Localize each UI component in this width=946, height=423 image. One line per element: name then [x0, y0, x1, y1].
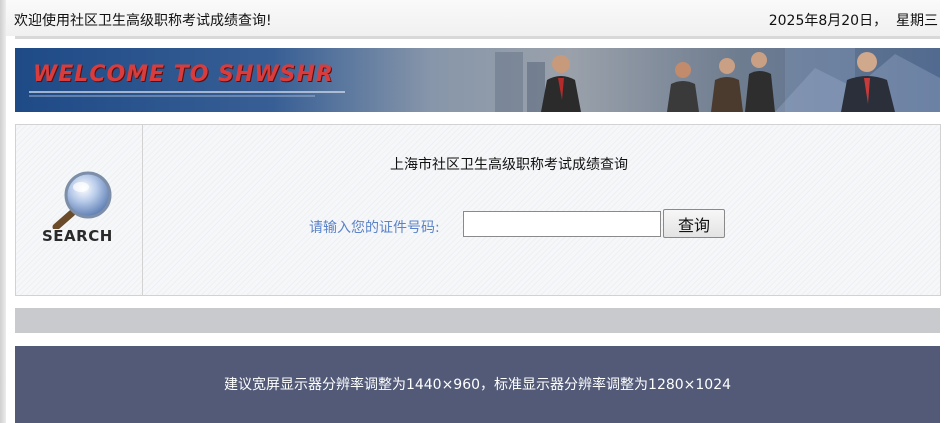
resolution-note: 建议宽屏显示器分辨率调整为1440×960，标准显示器分辨率调整为1280×10… — [223, 377, 732, 393]
id-number-input[interactable] — [463, 211, 661, 237]
magnifier-icon — [52, 171, 112, 231]
welcome-banner: WELCOME TO SHWSHR — [15, 48, 940, 112]
current-date: 2025年8月20日， 星期三 — [768, 13, 938, 29]
gray-separator-bar — [15, 308, 940, 333]
top-bar: 欢迎使用社区卫生高级职称考试成绩查询! 2025年8月20日， 星期三 — [6, 0, 940, 36]
query-button[interactable]: 查询 — [663, 209, 725, 238]
welcome-greeting: 欢迎使用社区卫生高级职称考试成绩查询! — [14, 13, 272, 29]
top-bar-divider — [15, 36, 940, 39]
left-edge-bar — [0, 0, 6, 423]
search-panel: SEARCH 上海市社区卫生高级职称考试成绩查询 请输入您的证件号码: 查询 — [15, 124, 941, 296]
banner-welcome-text: WELCOME TO SHWSHR — [33, 62, 334, 87]
search-logo-text: SEARCH — [42, 227, 113, 245]
query-title: 上海市社区卫生高级职称考试成绩查询 — [390, 157, 628, 173]
panel-divider — [142, 125, 143, 295]
id-number-label: 请输入您的证件号码: — [309, 220, 440, 236]
search-logo: SEARCH — [38, 169, 122, 249]
footer: 建议宽屏显示器分辨率调整为1440×960，标准显示器分辨率调整为1280×10… — [15, 346, 940, 423]
